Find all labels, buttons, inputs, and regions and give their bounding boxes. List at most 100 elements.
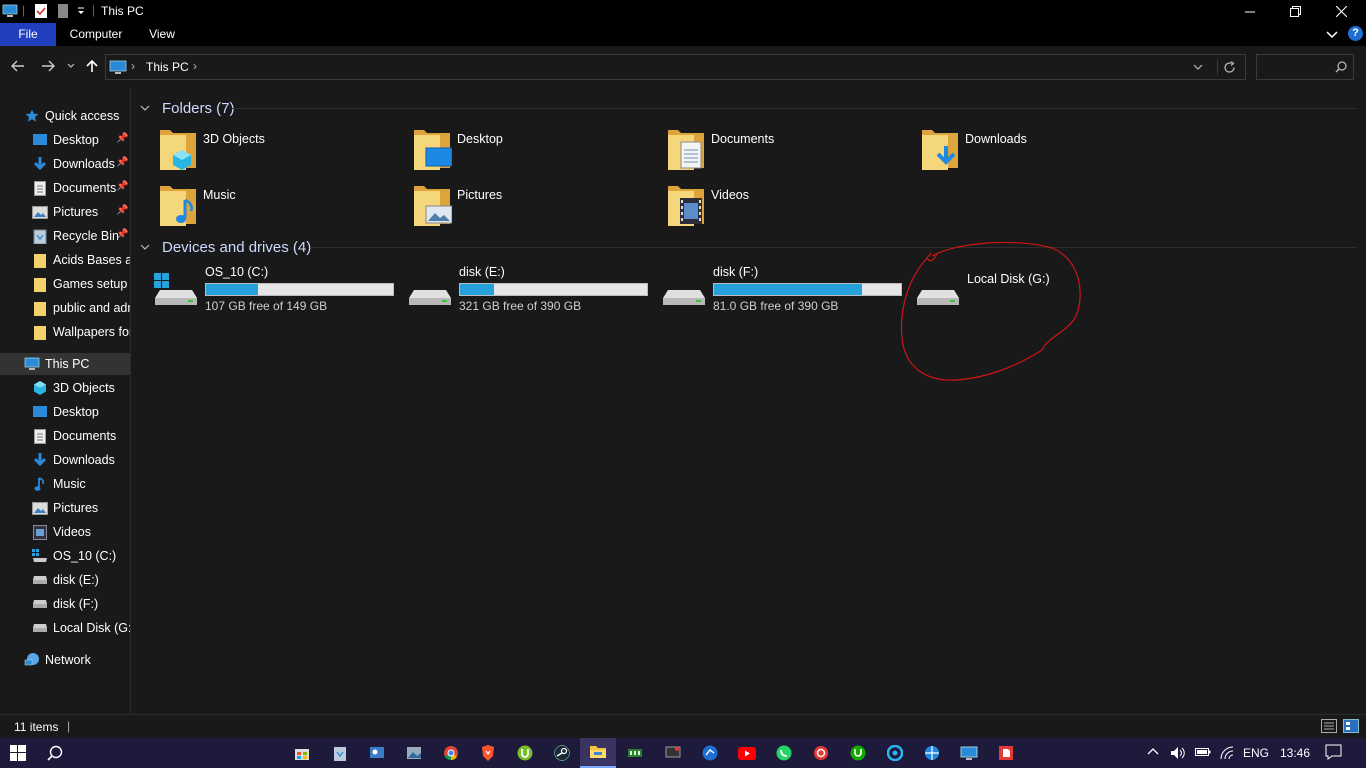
battery-icon[interactable] [1195, 746, 1211, 758]
back-arrow-icon[interactable] [11, 60, 25, 72]
folder-3d-objects[interactable]: 3D Objects [158, 126, 408, 176]
folder-desktop[interactable]: Desktop [412, 126, 662, 176]
sidebar-item-music[interactable]: Music [32, 473, 86, 495]
pin-icon[interactable]: 📌 [116, 205, 128, 216]
folder-pictures[interactable]: Pictures [412, 182, 662, 232]
remote-desktop-icon[interactable] [951, 738, 987, 768]
sidebar-item-this-pc[interactable]: This PC [0, 353, 130, 375]
media-app-icon[interactable] [655, 738, 691, 768]
sidebar-item-label: Desktop [53, 133, 99, 147]
show-hidden-icons-chevron-icon[interactable] [1147, 747, 1159, 755]
pin-icon[interactable]: 📌 [116, 133, 128, 144]
sidebar-item-desktop[interactable]: Desktop [32, 129, 99, 151]
wifi-icon[interactable] [1219, 745, 1235, 761]
sidebar-item-videos[interactable]: Videos [32, 521, 91, 543]
utorrent-icon[interactable] [507, 738, 543, 768]
tab-file[interactable]: File [0, 23, 56, 46]
drive-c[interactable]: OS_10 (C:) 107 GB free of 149 GB [154, 263, 404, 315]
sidebar-item-pictures[interactable]: Pictures [32, 201, 98, 223]
pin-icon[interactable]: 📌 [116, 229, 128, 240]
sidebar-item-folder[interactable]: Acids Bases an [32, 249, 131, 271]
pdf-reader-icon[interactable] [988, 738, 1024, 768]
sidebar-item-label: Games setup [53, 277, 128, 291]
sidebar-item-label: Acids Bases an [53, 253, 131, 267]
search-input[interactable] [1256, 54, 1354, 80]
nvidia-ram-icon[interactable] [617, 738, 653, 768]
settings-gear-icon[interactable] [803, 738, 839, 768]
minimize-button[interactable] [1227, 0, 1273, 23]
upwork-icon[interactable] [840, 738, 876, 768]
sidebar-item-folder[interactable]: public and adr [32, 297, 130, 319]
devices-section-header[interactable]: Devices and drives (4) [140, 236, 311, 258]
recent-locations-chevron-icon[interactable] [67, 63, 75, 69]
search-button[interactable] [37, 738, 73, 768]
sidebar-item-downloads[interactable]: Downloads [32, 449, 115, 471]
details-view-icon[interactable] [1321, 719, 1337, 733]
expand-ribbon-icon[interactable] [1326, 28, 1338, 40]
up-arrow-icon[interactable] [86, 59, 98, 73]
folder-videos[interactable]: Videos [666, 182, 916, 232]
photos-icon[interactable] [396, 738, 432, 768]
recycle-bin-icon[interactable] [322, 738, 358, 768]
tab-view[interactable]: View [142, 23, 182, 46]
properties-icon[interactable] [34, 3, 48, 19]
breadcrumb-separator[interactable]: › [193, 59, 197, 73]
chrome-icon[interactable] [433, 738, 469, 768]
input-language[interactable]: ENG [1243, 746, 1269, 760]
sidebar-item-recycle-bin[interactable]: Recycle Bin [32, 225, 119, 247]
pin-icon[interactable]: 📌 [116, 181, 128, 192]
sidebar-item-drive-g[interactable]: Local Disk (G:) [32, 617, 130, 639]
folder-label: Documents [711, 132, 775, 146]
control-panel-icon[interactable] [359, 738, 395, 768]
sidebar-item-pictures[interactable]: Pictures [32, 497, 98, 519]
close-button[interactable] [1318, 0, 1364, 23]
network-app-icon[interactable] [914, 738, 950, 768]
drive-icon [32, 572, 48, 588]
start-button[interactable] [0, 738, 36, 768]
sidebar-item-drive-f[interactable]: disk (F:) [32, 593, 98, 615]
pin-icon[interactable]: 📌 [116, 157, 128, 168]
sidebar-item-documents[interactable]: Documents [32, 177, 116, 199]
refresh-icon[interactable] [1223, 61, 1236, 74]
folders-section-header[interactable]: Folders (7) [140, 97, 235, 119]
volume-icon[interactable] [1170, 745, 1186, 761]
sidebar-item-documents[interactable]: Documents [32, 425, 116, 447]
address-bar[interactable]: › This PC › [105, 54, 1246, 80]
tab-computer[interactable]: Computer [62, 23, 130, 46]
address-history-chevron-icon[interactable] [1193, 64, 1203, 71]
youtube-icon[interactable] [729, 738, 765, 768]
red-annotation-circle [900, 241, 1081, 381]
sidebar-item-downloads[interactable]: Downloads [32, 153, 115, 175]
clock[interactable]: 13:46 [1280, 746, 1310, 760]
browser-app-icon[interactable] [877, 738, 913, 768]
notifications-icon[interactable] [1325, 744, 1342, 760]
sidebar-item-network[interactable]: Network [24, 649, 91, 671]
new-folder-icon[interactable] [57, 3, 69, 19]
steam-icon[interactable] [544, 738, 580, 768]
whatsapp-icon[interactable] [766, 738, 802, 768]
brave-icon[interactable] [470, 738, 506, 768]
sidebar-item-quick-access[interactable]: Quick access [24, 105, 119, 127]
folder-documents[interactable]: Documents [666, 126, 916, 176]
drive-e[interactable]: disk (E:) 321 GB free of 390 GB [408, 263, 658, 315]
breadcrumb-this-pc[interactable]: This PC [146, 60, 189, 74]
store-icon[interactable] [284, 738, 320, 768]
customize-qat-icon[interactable] [76, 6, 86, 16]
sidebar-item-3d-objects[interactable]: 3D Objects [32, 377, 115, 399]
help-button[interactable]: ? [1348, 26, 1363, 41]
3d-objects-folder-icon [158, 126, 198, 172]
sidebar-item-folder[interactable]: Games setup [32, 273, 127, 295]
sidebar-item-desktop[interactable]: Desktop [32, 401, 99, 423]
tiles-view-icon[interactable] [1343, 719, 1359, 733]
sidebar-item-drive-e[interactable]: disk (E:) [32, 569, 99, 591]
drive-f[interactable]: disk (F:) 81.0 GB free of 390 GB [662, 263, 912, 315]
folder-music[interactable]: Music [158, 182, 408, 232]
folder-downloads[interactable]: Downloads [920, 126, 1170, 176]
sidebar-item-folder[interactable]: Wallpapers for [32, 321, 130, 343]
file-explorer-icon[interactable] [580, 738, 616, 768]
sidebar-item-drive-c[interactable]: OS_10 (C:) [32, 545, 116, 567]
restore-button[interactable] [1272, 0, 1318, 23]
separator: | [92, 3, 96, 17]
speedtest-icon[interactable] [692, 738, 728, 768]
forward-arrow-icon[interactable] [41, 60, 55, 72]
